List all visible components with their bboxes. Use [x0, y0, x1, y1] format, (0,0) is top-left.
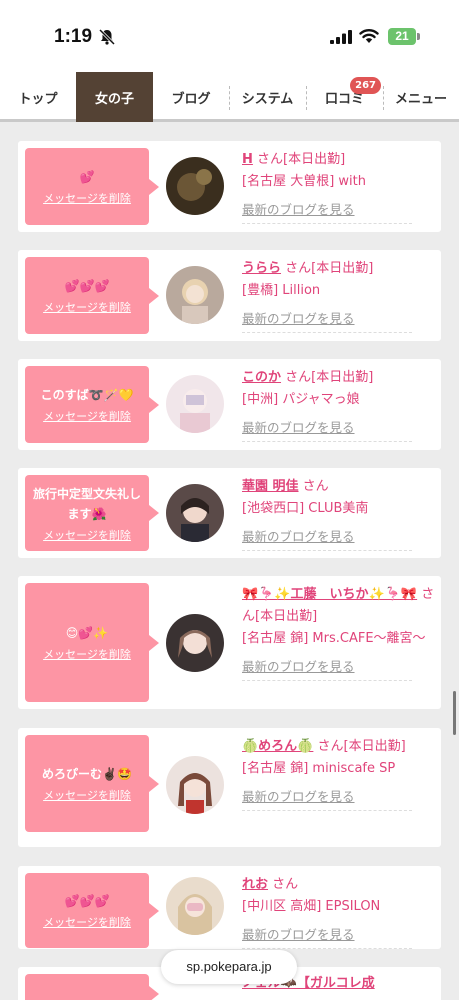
girl-info: れお さん [中川区 高畑] EPSILON 最新のブログを見る [242, 874, 437, 949]
girl-name-link[interactable]: H [242, 152, 253, 167]
wifi-icon [359, 29, 379, 43]
message-bubble: 😊💕✨ メッセージを削除 [25, 583, 159, 702]
message-bubble: 💕💕💕 メッセージを削除 [25, 257, 159, 334]
girl-name-link[interactable]: うらら [242, 261, 281, 276]
message-bubble: 旅行中定型文失礼します🌺 メッセージを削除 [25, 475, 159, 551]
girl-info: このか さん[本日出勤] [中洲] パジャマっ娘 最新のブログを見る [242, 367, 437, 442]
avatar[interactable] [166, 756, 224, 814]
delete-message-link[interactable]: メッセージを削除 [43, 787, 131, 803]
avatar[interactable] [166, 375, 224, 433]
tab-top-label: トップ [18, 91, 58, 107]
shop-name[interactable]: [池袋西口] CLUB美南 [242, 498, 437, 520]
tab-girls[interactable]: 女の子 [76, 72, 153, 122]
girl-card: 💕 メッセージを削除 H さん[本日出勤] [名古屋 大曽根] with 最新の… [18, 141, 441, 232]
latest-blog-link[interactable]: 最新のブログを見る [242, 786, 412, 811]
shop-name[interactable]: [名古屋 大曽根] with [242, 171, 437, 193]
scrollbar[interactable] [453, 691, 456, 735]
status-bar: 1:19 21 [0, 0, 459, 72]
girl-status: さん[本日出勤] [285, 261, 374, 276]
delete-message-link[interactable]: メッセージを削除 [43, 646, 131, 662]
tab-top[interactable]: トップ [0, 72, 76, 122]
girl-card: このすば➰🪄💛 メッセージを削除 このか さん[本日出勤] [中洲] パジャマっ… [18, 359, 441, 450]
delete-message-link[interactable]: メッセージを削除 [43, 527, 131, 543]
reviews-count-badge: 267 [350, 77, 381, 94]
avatar[interactable] [166, 484, 224, 542]
tab-reviews[interactable]: 口コミ 267 [306, 72, 383, 122]
girl-name-link[interactable]: 華園 明佳 [242, 479, 299, 494]
avatar[interactable] [166, 266, 224, 324]
girl-status: さん[本日出勤] [257, 152, 346, 167]
latest-blog-link[interactable]: 最新のブログを見る [242, 199, 412, 224]
message-bubble: 💕💕💕 メッセージを削除 [25, 873, 159, 948]
avatar[interactable] [166, 877, 224, 935]
message-bubble: このすば➰🪄💛 メッセージを削除 [25, 366, 159, 443]
girl-info: H さん[本日出勤] [名古屋 大曽根] with 最新のブログを見る [242, 149, 437, 224]
message-bubble [25, 974, 159, 1000]
status-time: 1:19 [54, 26, 93, 47]
girl-status: さん[本日出勤] [285, 370, 374, 385]
shop-name[interactable]: [名古屋 錦] miniscafe SP [242, 758, 437, 780]
girl-info: うらら さん[本日出勤] [豊橋] Lillion 最新のブログを見る [242, 258, 437, 333]
tab-menu[interactable]: メニュー [383, 72, 459, 122]
battery-nub [417, 33, 420, 40]
girl-name-link[interactable]: このか [242, 370, 281, 385]
message-text: このすば➰🪄💛 [40, 388, 134, 402]
message-bubble: 💕 メッセージを削除 [25, 148, 159, 225]
message-text: 💕 [79, 170, 95, 184]
girl-info: 🍈めろん🍈 さん[本日出勤] [名古屋 錦] miniscafe SP 最新のブ… [242, 736, 437, 811]
tab-system-label: システム [241, 91, 294, 107]
avatar[interactable] [166, 614, 224, 672]
delete-message-link[interactable]: メッセージを削除 [43, 299, 131, 315]
battery-icon: 21 [388, 28, 416, 45]
shop-name[interactable]: [名古屋 錦] Mrs.CAFE～離宮～ [242, 628, 437, 650]
girl-card: 💕💕💕 メッセージを削除 れお さん [中川区 高畑] EPSILON 最新のブ… [18, 866, 441, 949]
girl-status: さん[本日出勤] [317, 739, 406, 754]
message-text: 💕💕💕 [64, 279, 110, 293]
latest-blog-link[interactable]: 最新のブログを見る [242, 526, 412, 551]
girl-card: めろぴーむ✌🏿🤩 メッセージを削除 🍈めろん🍈 さん[本日出勤] [名古屋 錦]… [18, 728, 441, 847]
shop-name[interactable]: [中洲] パジャマっ娘 [242, 389, 437, 411]
girl-status: さん [272, 877, 299, 892]
girl-card: 旅行中定型文失礼します🌺 メッセージを削除 華園 明佳 さん [池袋西口] CL… [18, 468, 441, 558]
girl-info: 華園 明佳 さん [池袋西口] CLUB美南 最新のブログを見る [242, 476, 437, 551]
delete-message-link[interactable]: メッセージを削除 [43, 914, 131, 930]
tab-system[interactable]: システム [229, 72, 306, 122]
bell-slash-icon [98, 28, 116, 46]
delete-message-link[interactable]: メッセージを削除 [43, 190, 131, 206]
message-text: 旅行中定型文失礼します🌺 [32, 486, 141, 521]
avatar[interactable] [166, 157, 224, 215]
shop-name[interactable]: [中川区 高畑] EPSILON [242, 896, 437, 918]
shop-name[interactable]: [豊橋] Lillion [242, 280, 437, 302]
latest-blog-link[interactable]: 最新のブログを見る [242, 417, 412, 442]
message-text: めろぴーむ✌🏿🤩 [42, 767, 132, 781]
girl-card: 💕💕💕 メッセージを削除 うらら さん[本日出勤] [豊橋] Lillion 最… [18, 250, 441, 341]
girl-card: 😊💕✨ メッセージを削除 🎀🦩✨工藤 いちか✨🦩🎀 さん[本日出勤] [名古屋 … [18, 576, 441, 709]
girl-name-link[interactable]: 🍈めろん🍈 [242, 739, 313, 754]
message-text: 💕💕💕 [64, 894, 110, 908]
tab-girls-label: 女の子 [94, 91, 134, 107]
nav-tabs: トップ 女の子 ブログ システム 口コミ 267 メニュー [0, 72, 459, 122]
tab-blog[interactable]: ブログ [153, 72, 229, 122]
message-text: 😊💕✨ [65, 626, 109, 640]
tab-menu-label: メニュー [394, 91, 447, 107]
delete-message-link[interactable]: メッセージを削除 [43, 408, 131, 424]
latest-blog-link[interactable]: 最新のブログを見る [242, 308, 412, 333]
girl-name-link[interactable]: れお [242, 877, 268, 892]
message-bubble: めろぴーむ✌🏿🤩 メッセージを削除 [25, 735, 159, 832]
latest-blog-link[interactable]: 最新のブログを見る [242, 656, 412, 681]
tab-blog-label: ブログ [171, 91, 211, 107]
url-bar[interactable]: sp.pokepara.jp [161, 950, 297, 984]
signal-icon [330, 30, 352, 44]
girl-name-link[interactable]: 🎀🦩✨工藤 いちか✨🦩🎀 [242, 587, 417, 602]
girl-info: 🎀🦩✨工藤 いちか✨🦩🎀 さん[本日出勤] [名古屋 錦] Mrs.CAFE～離… [242, 584, 437, 681]
latest-blog-link[interactable]: 最新のブログを見る [242, 924, 412, 949]
girl-status: さん [302, 479, 329, 494]
